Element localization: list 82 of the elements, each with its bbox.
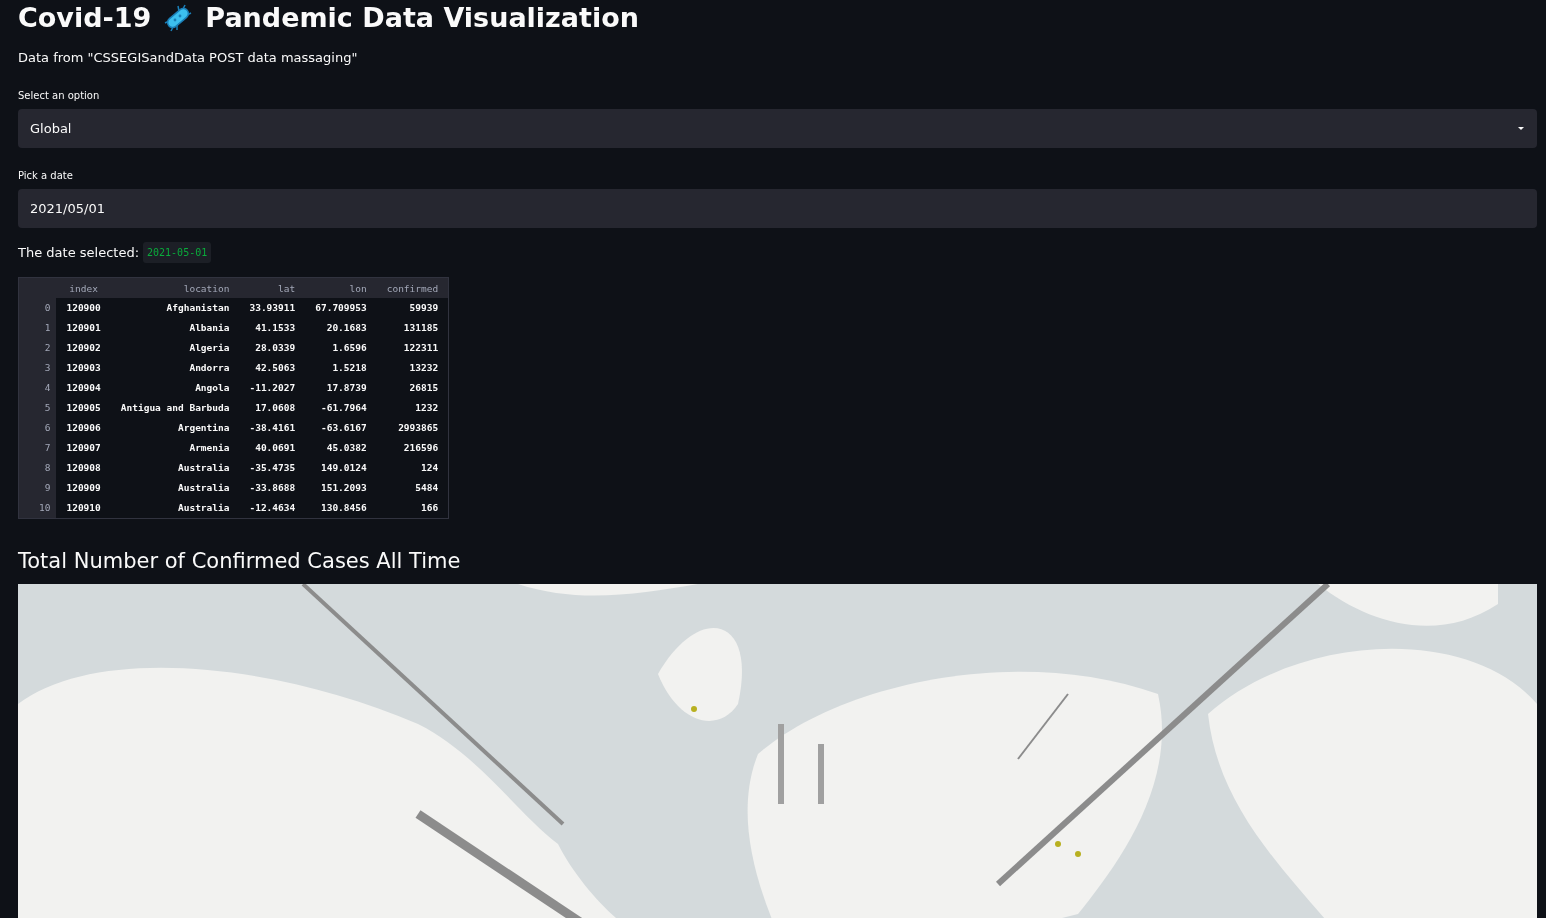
section-heading: Total Number of Confirmed Cases All Time: [18, 548, 462, 574]
table-cell-text: Armenia: [188, 441, 231, 455]
table-cell: Afghanistan: [110, 298, 240, 319]
table-cell-text: Andorra: [188, 361, 231, 375]
table-cell: 216596: [376, 438, 449, 459]
table-cell: 120904: [56, 378, 111, 399]
table-cell-text: 1.5218: [331, 361, 368, 375]
table-cell-text: Algeria: [188, 341, 231, 355]
table-cell: 67.709953: [305, 298, 377, 319]
column-header: lat: [239, 277, 306, 299]
table-cell: 120906: [56, 418, 111, 439]
table-cell: Australia: [110, 498, 240, 519]
date-value: 2021-05-01: [143, 241, 212, 263]
column-header: location: [110, 277, 240, 299]
table-cell-text: 42.5063: [254, 361, 297, 375]
table-cell: 120900: [56, 298, 111, 319]
field-label: Pick a date: [18, 168, 74, 183]
table-cell-text: 151.2093: [319, 481, 368, 495]
row-index: 0: [18, 298, 57, 319]
table-cell-text: 1.6596: [331, 341, 368, 355]
row-index: 2: [18, 338, 57, 359]
table-cell: 5484: [376, 478, 449, 499]
row-index: 8: [18, 458, 57, 479]
table-cell: 120907: [56, 438, 111, 459]
table-cell-text: Argentina: [176, 421, 231, 435]
table-cell-text: Angola: [194, 381, 231, 395]
table-cell-text: -35.4735: [248, 461, 297, 475]
table-cell: 120903: [56, 358, 111, 379]
table-cell: 122311: [376, 338, 449, 359]
table-cell-text: 28.0339: [254, 341, 297, 355]
table-cell: 2993865: [376, 418, 449, 439]
page-title: Covid-19: [18, 2, 152, 35]
row-index: 10: [18, 498, 57, 519]
row-index: 9: [18, 478, 57, 499]
source-note: Data from "CSSEGISandData POST data massaging": [18, 49, 359, 68]
table-cell-text: -63.6167: [319, 421, 368, 435]
row-index: 6: [18, 418, 57, 439]
table-cell: 120910: [56, 498, 111, 519]
row-index: 5: [18, 398, 57, 419]
table-cell: 120901: [56, 318, 111, 339]
table-cell: 13232: [376, 358, 449, 379]
table-cell: 33.93911: [239, 298, 306, 319]
row-index: 4: [18, 378, 57, 399]
table-cell: 120905: [56, 398, 111, 419]
table-cell-text: 40.0691: [254, 441, 297, 455]
table-cell: 166: [376, 498, 449, 519]
table-cell-text: 20.1683: [325, 321, 368, 335]
table-cell: 59939: [376, 298, 449, 319]
table-cell-text: -61.7964: [319, 401, 368, 415]
table-cell: 124: [376, 458, 449, 479]
table-cell-text: Australia: [176, 481, 231, 495]
row-index: 3: [18, 358, 57, 379]
table-cell: 26815: [376, 378, 449, 399]
date-field[interactable]: 2021/05/01: [18, 188, 1537, 228]
column-header: confirmed: [376, 277, 449, 299]
table-cell-text: -11.2027: [248, 381, 297, 395]
table-cell-text: Antigua and Barbuda: [119, 401, 231, 415]
row-index: 7: [18, 438, 57, 459]
column-header: index: [56, 277, 111, 299]
table-cell-text: 45.0382: [325, 441, 368, 455]
page-title: Pandemic Data Visualization: [205, 2, 639, 35]
table-cell-text: -33.8688: [248, 481, 297, 495]
option-select[interactable]: Global: [18, 108, 1537, 148]
table-cell-text: 17.8739: [325, 381, 368, 395]
column-header: lon: [305, 277, 377, 299]
table-cell-text: 149.0124: [319, 461, 368, 475]
table-cell-text: -38.4161: [248, 421, 297, 435]
caret-icon: [1517, 125, 1525, 131]
table-cell: 120908: [56, 458, 111, 479]
table-cell-text: 17.0608: [254, 401, 297, 415]
table-cell: 120909: [56, 478, 111, 499]
table-cell: -12.4634: [239, 498, 306, 519]
table-cell-text: Australia: [176, 461, 231, 475]
row-index: 1: [18, 318, 57, 339]
table-cell-text: Albania: [188, 321, 231, 335]
table-cell: 130.8456: [305, 498, 377, 519]
table-cell: 120902: [56, 338, 111, 359]
table-cell-text: 41.1533: [254, 321, 297, 335]
table-cell: 1232: [376, 398, 449, 419]
date-selected-label: The date selected:: [18, 243, 139, 262]
table-cell: 131185: [376, 318, 449, 339]
field-label: Select an option: [18, 88, 101, 103]
